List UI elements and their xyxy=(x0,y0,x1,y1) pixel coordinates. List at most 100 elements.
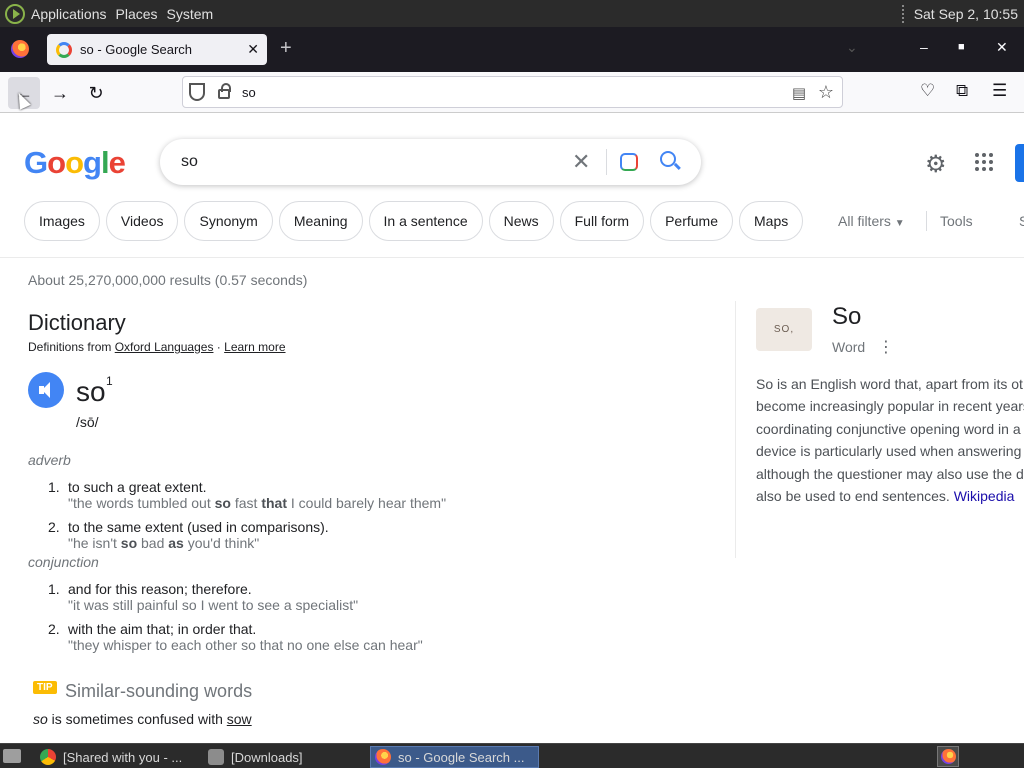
app-menu-icon[interactable]: ☰ xyxy=(992,81,1007,101)
reload-button[interactable]: ↻ xyxy=(80,77,112,109)
taskbar-item-label: [Downloads] xyxy=(231,749,303,765)
chip-videos[interactable]: Videos xyxy=(105,201,179,241)
settings-gear-icon[interactable]: ⚙ xyxy=(925,150,947,179)
definition-text: to the same extent (used in comparisons)… xyxy=(68,519,329,535)
knowledge-panel-title: So xyxy=(832,303,862,330)
arrow-right-icon: → xyxy=(51,82,69,103)
knowledge-panel-subtitle: Word xyxy=(832,339,866,355)
menu-applications[interactable]: Applications xyxy=(31,6,107,22)
definition-number: 2. xyxy=(48,621,60,637)
google-logo[interactable]: Google xyxy=(24,145,126,181)
tab-list-icon[interactable]: ⌄ xyxy=(846,39,858,56)
sow-link[interactable]: sow xyxy=(227,711,252,727)
clear-icon[interactable]: ✕ xyxy=(572,149,590,175)
google-favicon-icon xyxy=(56,41,72,58)
browser-tab-strip: so - Google Search ✕ + ⌄ – ■ ✕ xyxy=(0,27,1024,72)
bookmark-star-icon[interactable]: ☆ xyxy=(818,82,834,103)
bottom-taskbar: [Shared with you - ... [Downloads] so - … xyxy=(0,743,1024,768)
tab-google-search[interactable]: so - Google Search ✕ xyxy=(47,34,267,65)
navigation-toolbar: ← → ↻ so ▤ ☆ ♡ ⧉ ☰ xyxy=(0,72,1024,113)
tip-badge: TIP xyxy=(33,681,57,694)
headword-superscript: 1 xyxy=(106,374,113,388)
definition-item: 1. to such a great extent. xyxy=(48,479,207,495)
description-line: So is an English word that, apart from i… xyxy=(756,376,1023,392)
close-window-icon[interactable]: ✕ xyxy=(996,39,1008,56)
reader-view-icon[interactable]: ▤ xyxy=(792,84,806,102)
header-divider xyxy=(0,257,1024,258)
firefox-icon xyxy=(375,749,391,765)
taskbar-item-label: so - Google Search ... xyxy=(398,749,525,765)
sign-in-button[interactable] xyxy=(1015,144,1024,182)
minimize-icon[interactable]: – xyxy=(920,39,928,55)
taskbar-item-downloads[interactable]: [Downloads] xyxy=(204,746,364,768)
show-desktop-icon[interactable] xyxy=(3,749,21,763)
extensions-icon[interactable]: ⧉ xyxy=(956,81,968,101)
chip-perfume[interactable]: Perfume xyxy=(650,201,733,241)
chrome-icon xyxy=(40,749,56,765)
part-of-speech-adverb: adverb xyxy=(28,452,71,468)
wikipedia-link[interactable]: Wikipedia xyxy=(954,488,1015,504)
confused-phrase: is sometimes confused with xyxy=(47,711,227,727)
taskbar-item-firefox[interactable]: so - Google Search ... xyxy=(370,746,539,768)
logo-letter: l xyxy=(100,145,110,180)
definition-number: 1. xyxy=(48,479,60,495)
distro-logo-icon[interactable] xyxy=(5,3,25,24)
chip-synonym[interactable]: Synonym xyxy=(184,201,273,241)
more-options-icon[interactable]: ⋮ xyxy=(878,337,894,357)
result-stats: About 25,270,000,000 results (0.57 secon… xyxy=(28,272,308,288)
knowledge-panel-description: So is an English word that, apart from i… xyxy=(756,373,1024,513)
description-text: also be used to end sentences. xyxy=(756,488,954,505)
safesearch-button[interactable]: S xyxy=(1019,213,1024,229)
lock-icon[interactable] xyxy=(218,83,231,99)
similar-sounding-heading: Similar-sounding words xyxy=(65,681,253,701)
example-bold: that xyxy=(261,495,287,511)
taskbar-item-chrome[interactable]: [Shared with you - ... xyxy=(36,746,198,768)
chip-maps[interactable]: Maps xyxy=(739,201,804,241)
oxford-languages-link[interactable]: Oxford Languages xyxy=(115,340,214,354)
filter-chips: Images Videos Synonym Meaning In a sente… xyxy=(24,201,804,241)
logo-letter: G xyxy=(24,145,48,180)
all-filters-label: All filters xyxy=(838,213,891,229)
shield-icon[interactable] xyxy=(189,83,205,101)
definition-example: "he isn't so bad as you'd think" xyxy=(68,535,259,551)
url-bar[interactable]: so ▤ ☆ xyxy=(182,76,843,108)
forward-button[interactable]: → xyxy=(44,77,76,109)
confused-with-text: so is sometimes confused with sow xyxy=(33,711,252,727)
pronunciation-speaker-icon[interactable] xyxy=(28,372,64,408)
menu-places[interactable]: Places xyxy=(116,6,158,22)
clock[interactable]: Sat Sep 2, 10:55 xyxy=(914,6,1018,22)
close-tab-icon[interactable]: ✕ xyxy=(247,41,259,58)
description-line: coordinating conjunctive opening word in… xyxy=(756,420,1021,437)
part-of-speech-conjunction: conjunction xyxy=(28,554,99,570)
logo-letter: g xyxy=(83,145,102,180)
all-filters-button[interactable]: All filters ▼ xyxy=(838,213,905,229)
chip-in-a-sentence[interactable]: In a sentence xyxy=(368,201,483,241)
google-apps-icon[interactable] xyxy=(975,153,993,171)
chip-meaning[interactable]: Meaning xyxy=(278,201,363,241)
chip-news[interactable]: News xyxy=(488,201,554,241)
tray-firefox-icon[interactable] xyxy=(937,746,959,767)
taskbar-item-label: [Shared with you - ... xyxy=(63,749,183,765)
example-text: fast xyxy=(230,495,262,511)
example-bold: so xyxy=(120,535,138,551)
pocket-icon[interactable]: ♡ xyxy=(920,81,935,101)
reload-icon: ↻ xyxy=(88,82,104,103)
maximize-icon[interactable]: ■ xyxy=(958,41,965,53)
knowledge-panel-thumbnail[interactable]: SO, xyxy=(756,308,812,351)
search-input[interactable]: so xyxy=(181,153,198,171)
google-lens-icon[interactable] xyxy=(620,153,638,171)
definition-item: 2. to the same extent (used in comparison… xyxy=(48,519,329,535)
new-tab-icon[interactable]: + xyxy=(280,37,292,60)
search-box[interactable]: so ✕ xyxy=(160,139,701,185)
dictionary-heading: Dictionary xyxy=(28,310,126,335)
description-line: become increasingly popular in recent ye… xyxy=(756,398,1024,415)
learn-more-link[interactable]: Learn more xyxy=(224,340,285,354)
chip-full-form[interactable]: Full form xyxy=(559,201,645,241)
chip-images[interactable]: Images xyxy=(24,201,100,241)
tools-button[interactable]: Tools xyxy=(940,213,973,229)
url-text[interactable]: so xyxy=(242,85,256,100)
firefox-icon[interactable] xyxy=(11,40,29,58)
menu-system[interactable]: System xyxy=(167,6,214,22)
logo-letter: e xyxy=(108,145,126,180)
search-icon[interactable] xyxy=(660,151,676,167)
